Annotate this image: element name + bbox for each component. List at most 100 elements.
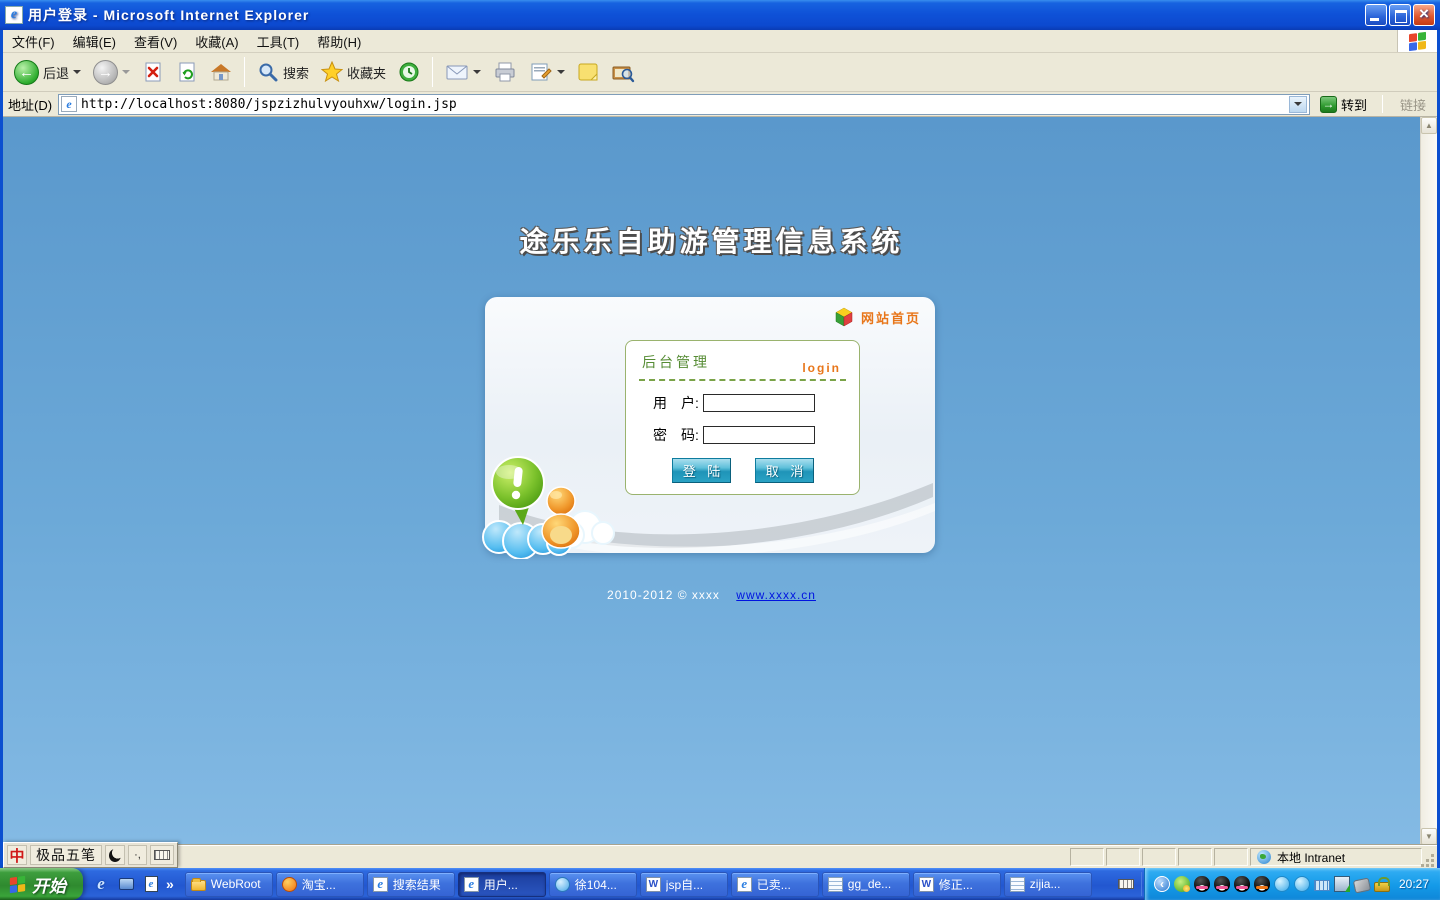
- task-label: zijia...: [1030, 877, 1061, 891]
- search-button[interactable]: 搜索: [252, 59, 314, 85]
- qq-penguin-pink-icon[interactable]: [1194, 876, 1210, 892]
- forward-button[interactable]: →: [88, 58, 135, 87]
- hide-icons-icon[interactable]: ‹: [1154, 876, 1170, 892]
- menu-item[interactable]: 编辑(E): [64, 29, 125, 54]
- taskbar-task[interactable]: zijia...: [1004, 872, 1092, 897]
- quicklaunch-ie-doc-icon[interactable]: e: [141, 874, 161, 894]
- taskbar-keyboard-button[interactable]: [1113, 871, 1139, 897]
- taskbar-task[interactable]: 淘宝...: [276, 872, 364, 897]
- mail-icon: [445, 61, 469, 83]
- ime-name-button[interactable]: 极品五笔: [30, 845, 102, 865]
- vertical-scrollbar[interactable]: ▲ ▼: [1420, 117, 1437, 845]
- quicklaunch-show-desktop-icon[interactable]: [116, 874, 136, 894]
- cancel-button[interactable]: 取 消: [755, 458, 814, 483]
- ie-window-icon: e: [5, 6, 23, 24]
- refresh-button[interactable]: [171, 59, 203, 85]
- login-subheading: login: [802, 361, 841, 375]
- address-dropdown-button[interactable]: [1289, 96, 1307, 113]
- restore-button[interactable]: [1389, 4, 1411, 26]
- menu-item[interactable]: 工具(T): [248, 29, 309, 54]
- toolbar-separator: [432, 57, 433, 87]
- stop-button[interactable]: [137, 59, 169, 85]
- browser-viewport: 途乐乐自助游管理信息系统 网站首页: [3, 117, 1420, 845]
- audio-device-icon[interactable]: [1353, 877, 1371, 893]
- taskbar-task[interactable]: 用户...: [458, 872, 546, 897]
- fetion-icon[interactable]: [1294, 876, 1310, 892]
- login-card-header: 后台管理 login: [626, 341, 859, 372]
- address-input[interactable]: [81, 97, 1285, 112]
- scrollbar-track[interactable]: [1421, 134, 1437, 828]
- window-titlebar[interactable]: e 用户登录 - Microsoft Internet Explorer: [0, 0, 1440, 30]
- menu-item[interactable]: 帮助(H): [308, 29, 370, 54]
- start-button[interactable]: 开始: [0, 868, 83, 900]
- taskbar-task[interactable]: gg_de...: [822, 872, 910, 897]
- start-flag-icon: [10, 875, 25, 892]
- password-input[interactable]: [703, 426, 815, 444]
- qq-penguin-pink-icon[interactable]: [1234, 876, 1250, 892]
- intranet-zone-icon: [1257, 850, 1271, 864]
- start-label: 开始: [32, 872, 66, 897]
- password-row: 密 码:: [653, 425, 859, 445]
- taobao-icon: [282, 877, 297, 892]
- menu-item[interactable]: 查看(V): [125, 29, 186, 54]
- address-label: 地址(D): [8, 95, 52, 114]
- history-button[interactable]: [393, 59, 425, 85]
- login-button[interactable]: 登 陆: [672, 458, 731, 483]
- taskbar-task[interactable]: 修正...: [913, 872, 1001, 897]
- site-home-label: 网站首页: [861, 308, 921, 327]
- security-lock-icon[interactable]: [1374, 882, 1390, 892]
- back-dropdown-icon[interactable]: [73, 70, 81, 74]
- taskbar-task[interactable]: 徐104...: [549, 872, 637, 897]
- print-button[interactable]: [488, 59, 522, 85]
- notepad-icon: [828, 877, 843, 892]
- scroll-up-button[interactable]: ▲: [1421, 117, 1437, 134]
- back-label: 后退: [43, 63, 69, 82]
- window-title: 用户登录 - Microsoft Internet Explorer: [28, 5, 309, 25]
- print-icon: [493, 61, 517, 83]
- favorites-button[interactable]: 收藏夹: [316, 59, 391, 85]
- content-area: 途乐乐自助游管理信息系统 网站首页: [3, 117, 1437, 845]
- minimize-button[interactable]: [1365, 4, 1387, 26]
- site-home-link[interactable]: 网站首页: [834, 307, 921, 327]
- login-buttons-row: 登 陆 取 消: [672, 458, 859, 483]
- close-button[interactable]: [1413, 4, 1435, 26]
- login-panel: 网站首页 后台管理 login 用 户: 密 码:: [485, 297, 935, 553]
- fetion-icon[interactable]: [1274, 876, 1290, 892]
- punctuation-toggle-button[interactable]: ·,: [128, 845, 147, 865]
- qq-penguin-pink-icon[interactable]: [1214, 876, 1230, 892]
- taskbar-clock[interactable]: 20:27: [1399, 877, 1429, 891]
- taskbar-task[interactable]: jsp自...: [640, 872, 728, 897]
- forward-dropdown-icon[interactable]: [122, 70, 130, 74]
- qq-penguin-orange-icon[interactable]: [1254, 876, 1270, 892]
- language-indicator-button[interactable]: 中: [7, 845, 27, 865]
- network-monitor-icon[interactable]: [1334, 876, 1350, 892]
- links-label[interactable]: 链接: [1394, 95, 1432, 114]
- back-button[interactable]: ← 后退: [9, 58, 86, 87]
- language-bar: 中 极品五笔 ·,: [3, 842, 178, 868]
- task-label: gg_de...: [848, 877, 891, 891]
- discuss-button[interactable]: [606, 59, 640, 85]
- menu-item[interactable]: 收藏(A): [186, 29, 247, 54]
- messenger-button[interactable]: [572, 59, 604, 85]
- scroll-down-button[interactable]: ▼: [1421, 828, 1437, 845]
- footer-link[interactable]: www.xxxx.cn: [736, 588, 816, 602]
- media-player-icon[interactable]: [1174, 876, 1190, 892]
- resize-grip[interactable]: [1423, 846, 1437, 868]
- taskbar-task[interactable]: 已卖...: [731, 872, 819, 897]
- taskbar-task[interactable]: WebRoot: [185, 872, 273, 897]
- ime-keyboard-icon[interactable]: [1314, 880, 1330, 891]
- quicklaunch-overflow-chevron[interactable]: »: [166, 876, 174, 892]
- soft-keyboard-button[interactable]: [150, 845, 174, 865]
- taskbar-task[interactable]: 搜索结果: [367, 872, 455, 897]
- fullwidth-toggle-button[interactable]: [105, 845, 125, 865]
- edit-dropdown-icon[interactable]: [557, 70, 565, 74]
- go-button[interactable]: → 转到: [1316, 94, 1371, 115]
- edit-button[interactable]: [524, 59, 570, 85]
- menu-item[interactable]: 文件(F): [3, 29, 64, 54]
- mail-dropdown-icon[interactable]: [473, 70, 481, 74]
- go-label: 转到: [1341, 95, 1367, 114]
- quicklaunch-ie-icon[interactable]: e: [91, 874, 111, 894]
- home-button[interactable]: [205, 59, 237, 85]
- username-input[interactable]: [703, 394, 815, 412]
- mail-button[interactable]: [440, 59, 486, 85]
